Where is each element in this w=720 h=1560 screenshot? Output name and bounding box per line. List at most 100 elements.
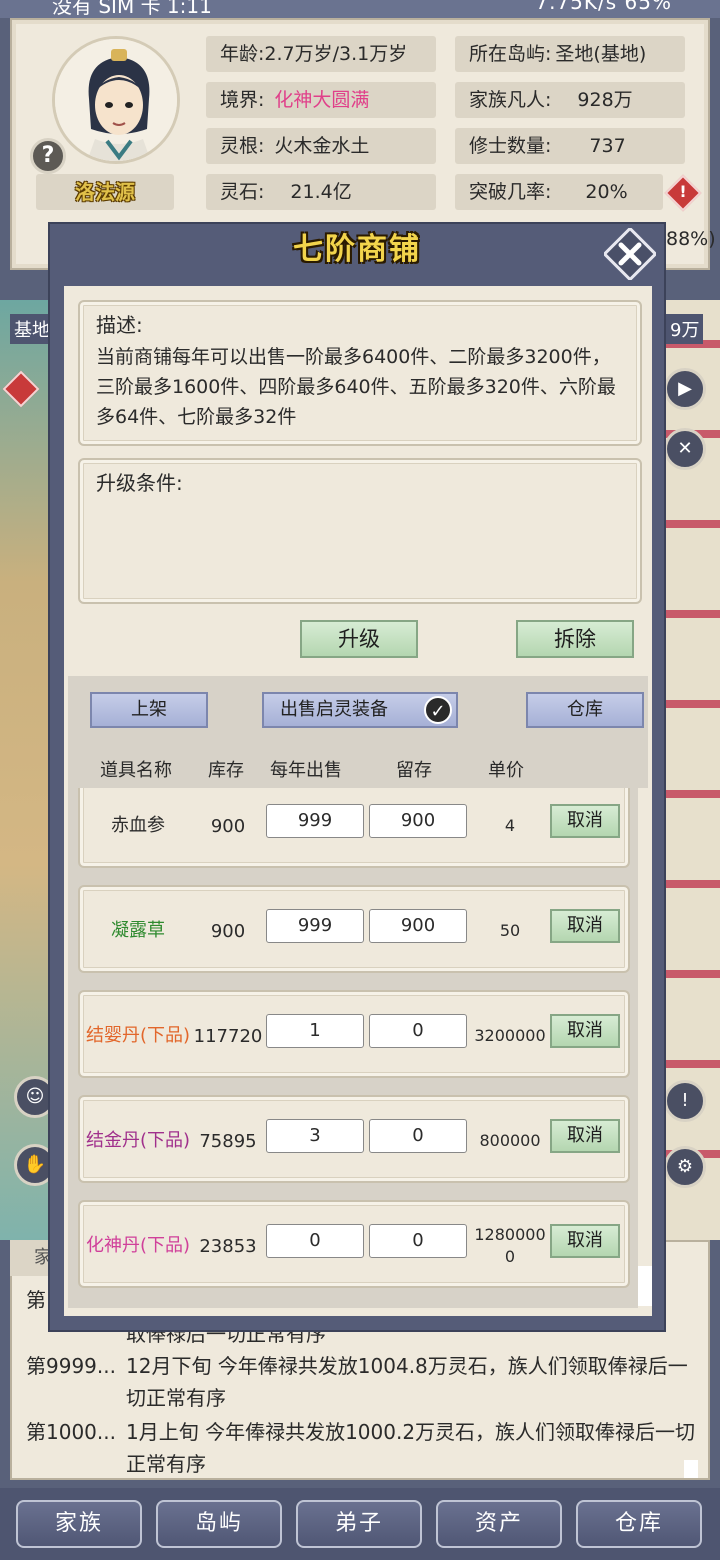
- help-button[interactable]: ?: [30, 138, 66, 174]
- reserve-input[interactable]: 900: [369, 909, 467, 943]
- stones-label: 灵石:: [220, 181, 265, 203]
- cancel-button[interactable]: 取消: [550, 804, 620, 838]
- realm-stat: 境界: 化神大圆满: [206, 82, 436, 118]
- description-text: 当前商铺每年可以出售一阶最多6400件、二阶最多3200件，三阶最多1600件、…: [96, 346, 616, 428]
- annual-sale-input[interactable]: 1: [266, 1014, 364, 1048]
- upgrade-conditions-box: 升级条件:: [78, 458, 642, 604]
- log-entry-text: 12月下旬 今年俸禄共发放1004.8万灵石，族人们领取俸禄后一切正常有序: [126, 1354, 688, 1410]
- upgrade-button[interactable]: 升级: [300, 620, 418, 658]
- item-price: 12800000: [474, 1225, 546, 1266]
- avatar[interactable]: [52, 36, 180, 164]
- close-button[interactable]: [602, 226, 658, 282]
- annual-sale-input[interactable]: 3: [266, 1119, 364, 1153]
- column-unit-price: 单价: [488, 760, 524, 781]
- column-reserve: 留存: [396, 760, 432, 781]
- reserve-input[interactable]: 0: [369, 1119, 467, 1153]
- carrier-time: 没有 SIM 卡 1:11: [52, 0, 212, 18]
- reserve-input[interactable]: 0: [369, 1014, 467, 1048]
- crossed-swords-icon[interactable]: ✕: [664, 428, 706, 470]
- age-label: 年龄:: [220, 43, 265, 65]
- checkmark-icon[interactable]: ✓: [424, 696, 452, 724]
- annual-sale-input[interactable]: 0: [266, 1224, 364, 1258]
- cancel-button[interactable]: 取消: [550, 1119, 620, 1153]
- reserve-input[interactable]: 900: [369, 804, 467, 838]
- age-stat: 年龄:2.7万岁/3.1万岁: [206, 36, 436, 72]
- nav-assets-button[interactable]: 资产: [436, 1500, 562, 1548]
- map-right-label: 9万: [666, 314, 704, 344]
- item-name: 赤血参: [111, 815, 165, 836]
- item-price: 800000: [479, 1131, 541, 1150]
- cancel-button[interactable]: 取消: [550, 1014, 620, 1048]
- item-name: 结金丹(下品): [85, 1130, 191, 1151]
- reserve-input[interactable]: 0: [369, 1224, 467, 1258]
- cultivators-value: 737: [589, 135, 626, 157]
- cancel-button[interactable]: 取消: [550, 909, 620, 943]
- log-entry-id: 第9999...: [26, 1354, 116, 1378]
- island-value: 圣地(基地): [555, 43, 647, 65]
- column-annual-sale: 每年出售: [270, 760, 342, 781]
- cancel-button[interactable]: 取消: [550, 1224, 620, 1258]
- log-scrollbar[interactable]: [684, 1460, 698, 1478]
- item-stock: 117720: [193, 1025, 263, 1047]
- character-portrait-icon: [55, 39, 177, 161]
- status-indicators: 7.75K/s 65%: [535, 0, 672, 14]
- item-stock: 23853: [199, 1235, 257, 1257]
- warehouse-button[interactable]: 仓库: [526, 692, 644, 728]
- log-entry-text: 1月上旬 今年俸禄共发放1000.2万灵石，族人们领取俸禄后一切正常有序: [126, 1420, 696, 1476]
- mortals-stat: 家族凡人: 928万: [455, 82, 685, 118]
- realm-value: 化神大圆满: [274, 89, 370, 111]
- item-name: 化神丹(下品): [85, 1235, 191, 1256]
- play-icon[interactable]: ▶: [664, 368, 706, 410]
- column-name: 道具名称: [100, 760, 172, 781]
- character-name: 洛法源: [36, 174, 174, 210]
- nav-warehouse-button[interactable]: 仓库: [576, 1500, 702, 1548]
- table-row: 凝露草 900 999 900 50 取消: [78, 885, 630, 973]
- item-price: 50: [499, 921, 521, 940]
- root-stat: 灵根: 火木金水土: [206, 128, 436, 164]
- nav-family-button[interactable]: 家族: [16, 1500, 142, 1548]
- warning-mark: !: [679, 182, 687, 201]
- nav-disciples-button[interactable]: 弟子: [296, 1500, 422, 1548]
- island-stat: 所在岛屿: 圣地(基地): [455, 36, 685, 72]
- description-label: 描述:: [96, 313, 143, 337]
- item-stock: 75895: [199, 1130, 257, 1152]
- close-icon: [602, 226, 658, 282]
- stones-stat: 灵石: 21.4亿: [206, 174, 436, 210]
- age-value: 2.7万岁/3.1万岁: [264, 43, 408, 65]
- table-row: 化神丹(下品) 23853 0 0 12800000 取消: [78, 1200, 630, 1288]
- status-bar: 没有 SIM 卡 1:11 7.75K/s 65%: [0, 0, 720, 18]
- annual-sale-input[interactable]: 999: [266, 909, 364, 943]
- nav-island-button[interactable]: 岛屿: [156, 1500, 282, 1548]
- realm-label: 境界:: [220, 89, 265, 111]
- breakthrough-tail: 88%): [666, 228, 716, 250]
- sell-equipment-label: 出售启灵装备: [280, 699, 388, 720]
- item-name: 结婴丹(下品): [85, 1025, 191, 1046]
- item-stock: 900: [210, 815, 246, 837]
- table-row: 结金丹(下品) 75895 3 0 800000 取消: [78, 1095, 630, 1183]
- demolish-button[interactable]: 拆除: [516, 620, 634, 658]
- cultivators-label: 修士数量:: [469, 135, 552, 157]
- breakthrough-label: 突破几率:: [469, 181, 552, 203]
- mortals-label: 家族凡人:: [469, 89, 552, 111]
- list-scrollbar[interactable]: [638, 1266, 652, 1306]
- item-stock: 900: [210, 920, 246, 942]
- upgrade-conditions-label: 升级条件:: [96, 471, 183, 495]
- island-label: 所在岛屿:: [469, 43, 552, 65]
- item-list[interactable]: 赤血参 900 999 900 4 取消 凝露草 900 999 900 50 …: [68, 788, 638, 1308]
- annual-sale-input[interactable]: 999: [266, 804, 364, 838]
- column-stock: 库存: [208, 760, 244, 781]
- breakthrough-value: 20%: [585, 181, 628, 203]
- list-item-button[interactable]: 上架: [90, 692, 208, 728]
- table-row: 赤血参 900 999 900 4 取消: [78, 788, 630, 868]
- mortals-value: 928万: [577, 89, 633, 111]
- root-value: 火木金水土: [274, 135, 370, 157]
- log-entry-id: 第1000...: [26, 1420, 116, 1444]
- alert-icon[interactable]: !: [664, 1080, 706, 1122]
- breakthrough-stat: 突破几率: 20%: [455, 174, 663, 210]
- description-box: 描述: 当前商铺每年可以出售一阶最多6400件、二阶最多3200件，三阶最多16…: [78, 300, 642, 446]
- item-price: 3200000: [474, 1026, 546, 1045]
- gear-icon[interactable]: ⚙: [664, 1146, 706, 1188]
- shop-title: 七阶商铺: [293, 232, 421, 267]
- cultivators-stat: 修士数量: 737: [455, 128, 685, 164]
- stones-value: 21.4亿: [290, 181, 352, 203]
